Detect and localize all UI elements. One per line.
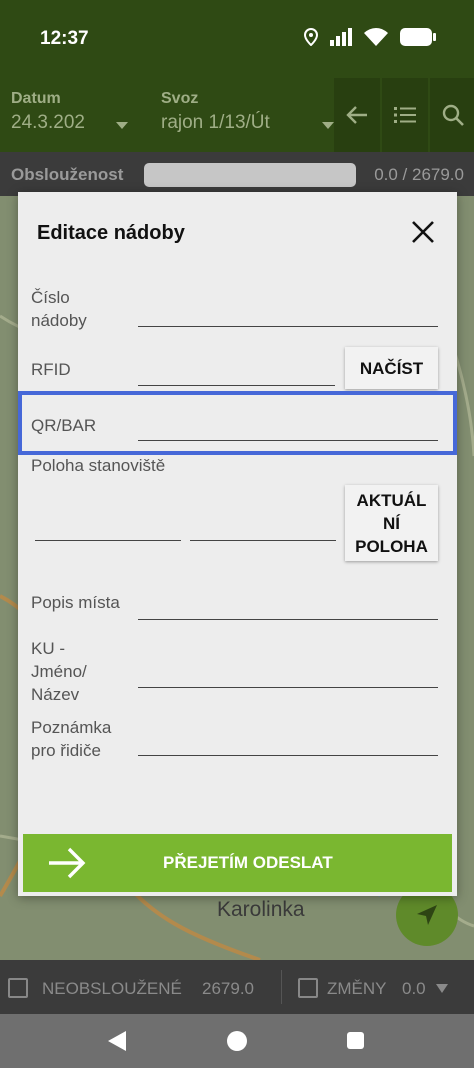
edit-container-dialog: Editace nádoby Číslo nádoby RFID NAČÍST …	[18, 192, 457, 896]
ku-name-input[interactable]	[138, 687, 438, 688]
date-selector[interactable]: Datum 24.3.202	[11, 90, 85, 134]
list-button[interactable]	[382, 78, 428, 152]
route-label: Svoz	[161, 90, 199, 107]
status-bar: 12:37	[0, 0, 474, 78]
status-icons	[304, 28, 436, 46]
arrow-left-icon	[346, 106, 367, 124]
app-header: Datum 24.3.202 Svoz rajon 1/13/Út	[0, 78, 474, 152]
container-number-input[interactable]	[138, 326, 438, 327]
rfid-input[interactable]	[138, 385, 335, 386]
driver-note-input[interactable]	[138, 755, 438, 756]
ku-name-label: KU - Jméno/ Název	[31, 639, 87, 704]
container-number-label: Číslo nádoby	[31, 288, 87, 330]
filter-bar: NEOBSLOUŽENÉ 2679.0 ZMĚNY 0.0	[0, 960, 474, 1014]
map-place-label: Karolinka	[217, 898, 305, 921]
location-label: Poloha stanoviště	[31, 456, 166, 475]
status-time: 12:37	[40, 28, 89, 49]
signal-icon	[330, 28, 352, 46]
location-icon	[304, 28, 318, 46]
arrow-right-icon	[49, 847, 86, 879]
changes-dropdown-icon[interactable]	[436, 984, 448, 993]
route-value: rajon 1/13/Út	[161, 112, 270, 133]
back-nav-icon[interactable]	[108, 1031, 126, 1051]
close-button[interactable]	[409, 218, 437, 246]
progress-value: 0.0 / 2679.0	[374, 165, 464, 184]
service-progress-row: Obslouženost 0.0 / 2679.0	[0, 152, 474, 196]
driver-note-label: Poznámka pro řidiče	[31, 718, 112, 760]
rfid-label: RFID	[31, 360, 71, 379]
load-rfid-button[interactable]: NAČÍST	[345, 347, 438, 389]
place-description-input[interactable]	[138, 619, 438, 620]
progress-bar	[144, 163, 356, 187]
current-location-button[interactable]: AKTUÁL NÍ POLOHA	[345, 485, 438, 561]
changes-value: 0.0	[402, 979, 426, 998]
search-icon	[442, 104, 464, 126]
unserved-label: NEOBSLOUŽENÉ	[42, 979, 182, 998]
search-button[interactable]	[430, 78, 474, 152]
back-button[interactable]	[334, 78, 380, 152]
swipe-to-send-label: PŘEJETÍM ODESLAT	[163, 853, 333, 872]
recents-nav-icon[interactable]	[347, 1032, 364, 1049]
list-icon	[394, 107, 416, 123]
date-label: Datum	[11, 90, 61, 107]
changes-checkbox[interactable]	[298, 978, 318, 998]
navigation-arrow-icon	[417, 905, 437, 925]
route-selector[interactable]: Svoz rajon 1/13/Út	[161, 90, 270, 134]
swipe-to-send-button[interactable]: PŘEJETÍM ODESLAT	[23, 834, 452, 892]
qr-bar-input[interactable]	[138, 440, 438, 441]
route-dropdown-icon[interactable]	[322, 122, 334, 129]
date-dropdown-icon[interactable]	[116, 122, 128, 129]
battery-icon	[400, 28, 436, 46]
qr-bar-label: QR/BAR	[31, 416, 97, 435]
unserved-checkbox[interactable]	[8, 978, 28, 998]
place-description-label: Popis místa	[31, 593, 120, 612]
home-nav-icon[interactable]	[227, 1031, 247, 1051]
system-nav-bar	[0, 1014, 474, 1068]
latitude-input[interactable]	[35, 540, 181, 541]
date-value: 24.3.202	[11, 112, 85, 133]
wifi-icon	[364, 28, 388, 46]
changes-label: ZMĚNY	[327, 979, 387, 998]
progress-label: Obslouženost	[11, 165, 124, 184]
dialog-title: Editace nádoby	[37, 222, 185, 244]
close-icon	[412, 221, 434, 243]
unserved-count: 2679.0	[202, 979, 254, 998]
filter-divider	[281, 970, 282, 1004]
longitude-input[interactable]	[190, 540, 336, 541]
